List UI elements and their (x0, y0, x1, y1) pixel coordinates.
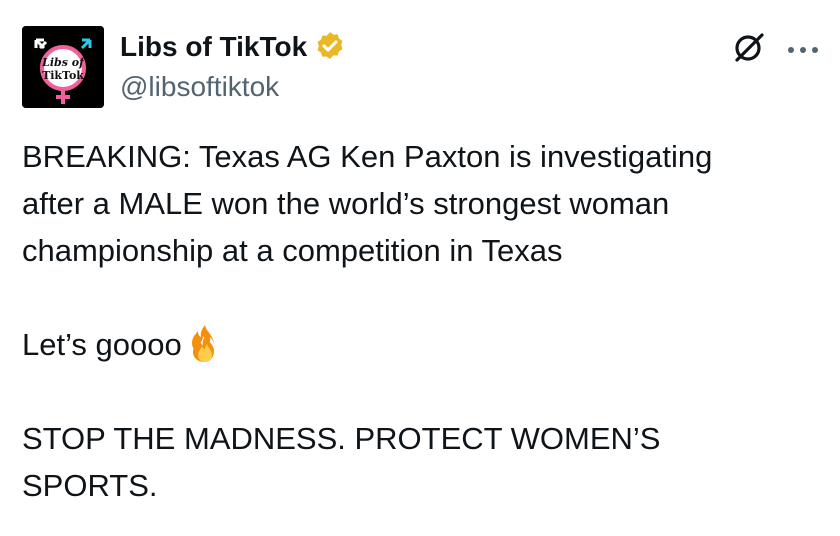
tweet-line: Let’s goooo (22, 327, 182, 362)
tweet-line-goooo: Let’s goooo (22, 321, 822, 368)
avatar[interactable]: Libs of TikTok (22, 26, 104, 108)
author-names: Libs of TikTok @libsoftiktok (120, 28, 347, 106)
tweet-actions (732, 30, 820, 64)
display-name[interactable]: Libs of TikTok (120, 28, 307, 66)
tweet-line: SPORTS. (22, 468, 158, 503)
tweet-text: BREAKING: Texas AG Ken Paxton is investi… (22, 133, 822, 509)
verified-badge-icon[interactable] (313, 30, 347, 64)
avatar-text-line1: Libs of (41, 56, 86, 69)
tweet-line: STOP THE MADNESS. PROTECT WOMEN’S (22, 421, 661, 456)
handle[interactable]: @libsoftiktok (120, 68, 347, 106)
fire-icon (186, 323, 224, 363)
more-icon[interactable] (786, 42, 820, 53)
tweet-header: Libs of TikTok Libs of TikTok @libsoftik… (22, 22, 820, 108)
tweet-line: after a MALE won the world’s strongest w… (22, 186, 670, 221)
grok-icon[interactable] (732, 30, 766, 64)
tweet-line: championship at a competition in Texas (22, 233, 563, 268)
avatar-text-line2: TikTok (42, 69, 84, 82)
tweet-line: BREAKING: Texas AG Ken Paxton is investi… (22, 139, 713, 174)
